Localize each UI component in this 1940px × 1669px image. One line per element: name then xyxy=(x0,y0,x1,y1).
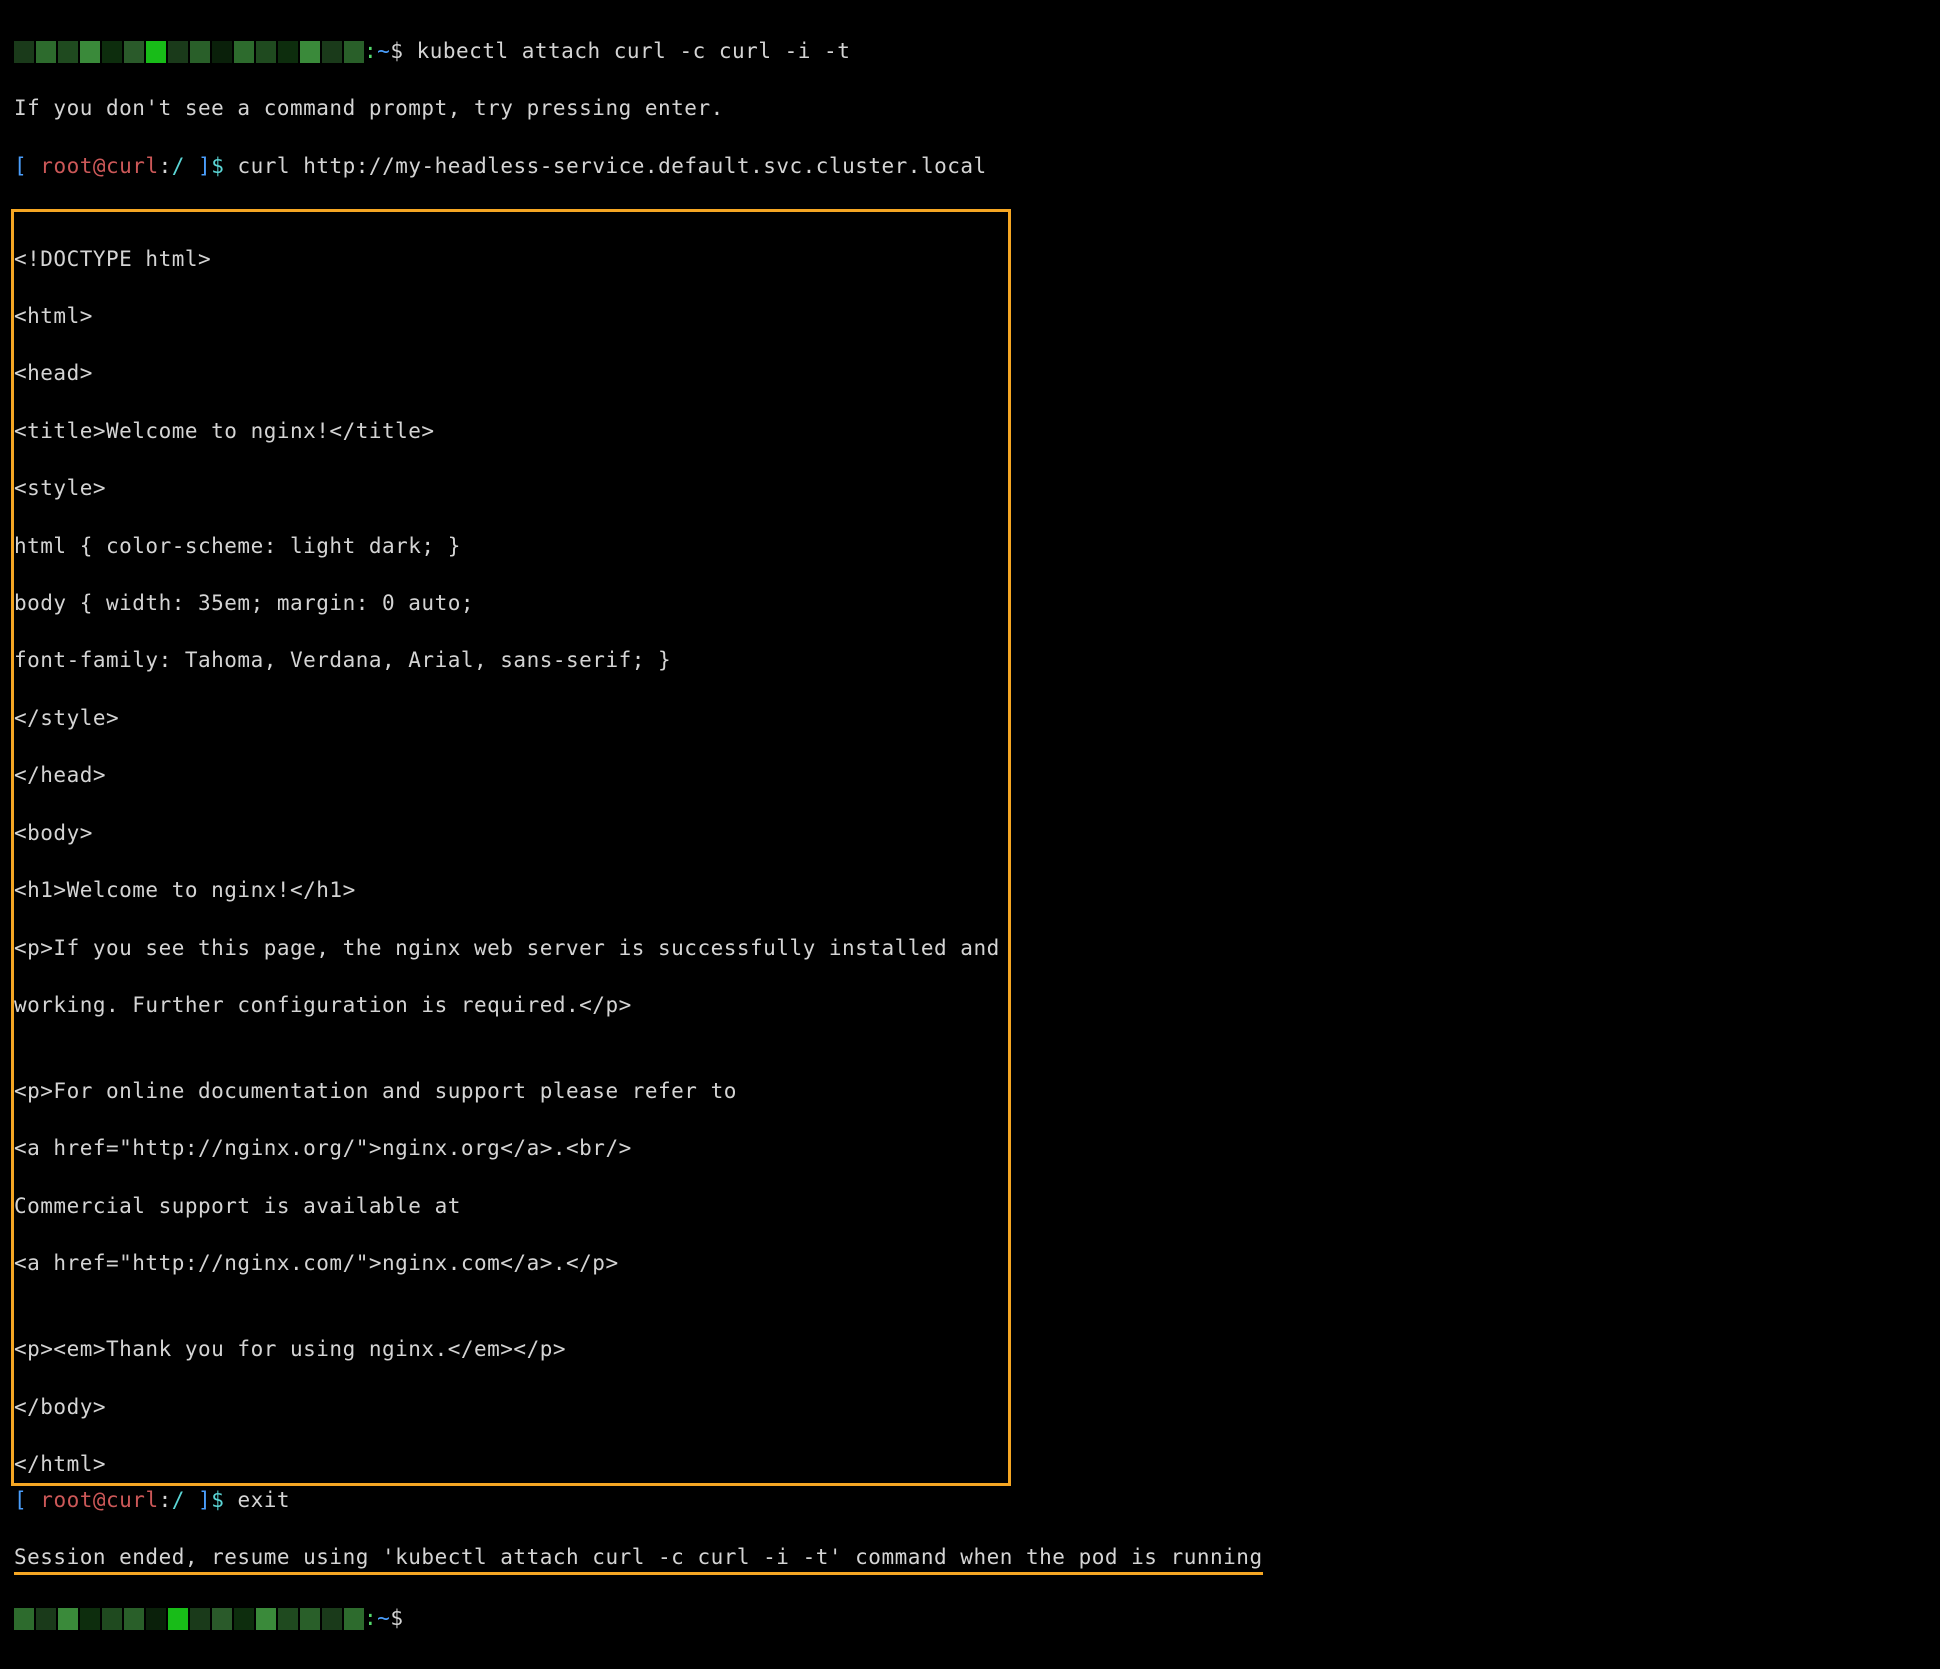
prompt-dollar: $ xyxy=(211,1488,237,1512)
terminal[interactable]: :~$ kubectl attach curl -c curl -i -t If… xyxy=(0,0,1940,1669)
nginx-line: <style> xyxy=(14,474,1000,503)
nginx-line: working. Further configuration is requir… xyxy=(14,991,1000,1020)
prompt-colon: : xyxy=(159,154,172,178)
nginx-line: <p><em>Thank you for using nginx.</em></… xyxy=(14,1335,1000,1364)
prompt-sep: $ xyxy=(390,39,416,63)
nginx-line: <title>Welcome to nginx!</title> xyxy=(14,417,1000,446)
nginx-line: <p>If you see this page, the nginx web s… xyxy=(14,934,1000,963)
prompt-host-suffix: : xyxy=(364,1606,377,1630)
prompt-lbracket: [ xyxy=(14,1488,40,1512)
nginx-line: <body> xyxy=(14,819,1000,848)
nginx-line: Commercial support is available at xyxy=(14,1192,1000,1221)
prompt-path: / xyxy=(172,154,198,178)
prompt-rbracket: ] xyxy=(198,1488,211,1512)
container-prompt-2: [ root@curl:/ ]$ exit xyxy=(14,1486,1926,1515)
nginx-line: font-family: Tahoma, Verdana, Arial, san… xyxy=(14,646,1000,675)
nginx-line: <html> xyxy=(14,302,1000,331)
prompt-cwd: ~ xyxy=(377,39,390,63)
prompt-user: root@curl xyxy=(40,154,158,178)
prompt-rbracket: ] xyxy=(198,154,211,178)
prompt-dollar: $ xyxy=(211,154,237,178)
nginx-line: body { width: 35em; margin: 0 auto; xyxy=(14,589,1000,618)
command-kubectl-attach: kubectl attach curl -c curl -i -t xyxy=(417,39,851,63)
nginx-line: <!DOCTYPE html> xyxy=(14,245,1000,274)
nginx-line: <head> xyxy=(14,359,1000,388)
container-prompt-1: [ root@curl:/ ]$ curl http://my-headless… xyxy=(14,152,1926,181)
nginx-line: </body> xyxy=(14,1393,1000,1422)
prompt-host-suffix: : xyxy=(364,39,377,63)
prompt-colon: : xyxy=(159,1488,172,1512)
terminal-line-last[interactable]: :~$ xyxy=(14,1604,1926,1633)
prompt-lbracket: [ xyxy=(14,154,40,178)
command-curl: curl http://my-headless-service.default.… xyxy=(238,154,987,178)
nginx-output-box: <!DOCTYPE html> <html> <head> <title>Wel… xyxy=(11,209,1011,1486)
prompt-sep: $ xyxy=(390,1606,416,1630)
hostname-redacted xyxy=(14,41,364,63)
nginx-line: <a href="http://nginx.com/">nginx.com</a… xyxy=(14,1249,1000,1278)
nginx-line: <a href="http://nginx.org/">nginx.org</a… xyxy=(14,1134,1000,1163)
nginx-line: <h1>Welcome to nginx!</h1> xyxy=(14,876,1000,905)
session-ended-line: Session ended, resume using 'kubectl att… xyxy=(14,1543,1926,1575)
prompt-path: / xyxy=(172,1488,198,1512)
terminal-line-1: :~$ kubectl attach curl -c curl -i -t xyxy=(14,37,1926,66)
command-exit: exit xyxy=(238,1488,291,1512)
nginx-line: </html> xyxy=(14,1450,1000,1479)
nginx-line: <p>For online documentation and support … xyxy=(14,1077,1000,1106)
nginx-line: </style> xyxy=(14,704,1000,733)
prompt-user: root@curl xyxy=(40,1488,158,1512)
hostname-redacted xyxy=(14,1608,364,1630)
output-hint: If you don't see a command prompt, try p… xyxy=(14,94,1926,123)
session-ended-msg: Session ended, resume using 'kubectl att… xyxy=(14,1545,1263,1569)
prompt-cwd: ~ xyxy=(377,1606,390,1630)
nginx-line: html { color-scheme: light dark; } xyxy=(14,532,1000,561)
nginx-line: </head> xyxy=(14,761,1000,790)
